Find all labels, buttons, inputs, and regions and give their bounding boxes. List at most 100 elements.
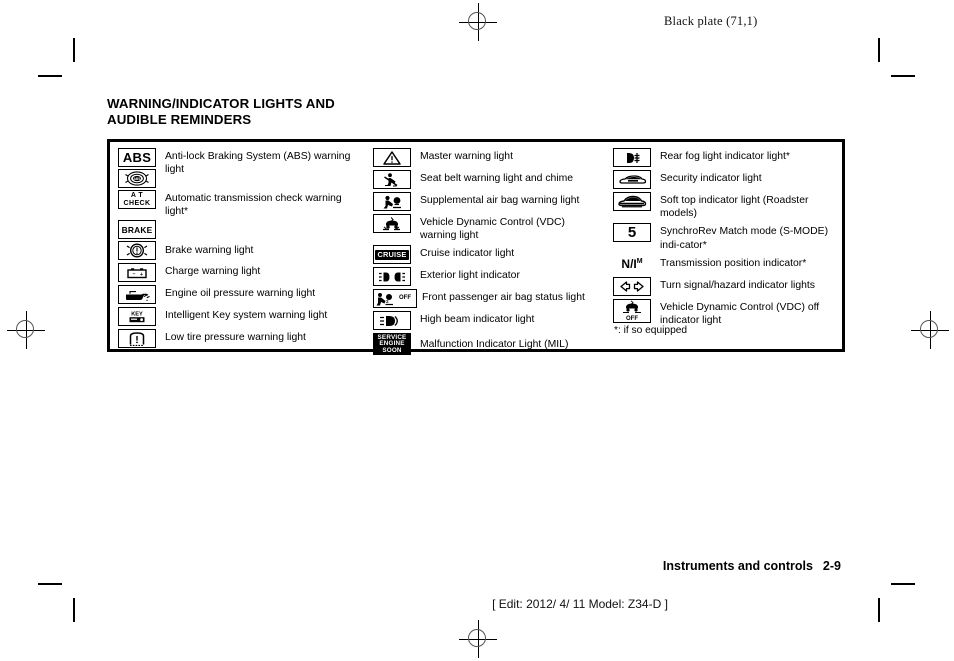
svg-text:KEY: KEY [131,311,143,317]
table-row-label: Vehicle Dynamic Control (VDC) off indica… [660,301,820,327]
table-row-label: SynchroRev Match mode (S-MODE) indi-cato… [660,226,829,251]
table-row: Soft top indicator light (Roadster model… [605,192,841,220]
intelligent-key-icon: KEY [118,307,156,327]
table-row: Exterior light indicator [365,267,605,287]
table-row: N/IM Transmission position indicator* [605,254,841,274]
table-row-label: Rear fog light indicator light* [660,151,790,162]
table-column-1: ABS ABS Anti-lock Braking System (ABS) w… [110,148,365,349]
svg-text:−: − [133,272,136,278]
gear-five-icon: 5 [613,223,651,243]
crop-mark-br-v [878,598,880,622]
manual-page: Black plate (71,1) WARNING/INDICATOR LIG… [0,0,954,661]
crop-mark-tl-h [38,75,62,77]
table-row: Master warning light [365,148,605,167]
table-row: A T CHECK Automatic transmission check wa… [110,190,365,218]
turn-signal-arrows-icon [613,276,651,296]
table-row: OFF Vehicle Dynamic Control (VDC) off in… [605,298,841,327]
table-row-label: Seat belt warning light and chime [420,173,574,184]
brake-circle-exclamation-icon [118,241,156,261]
table-row-label: Cruise indicator light [420,248,515,260]
footer-section-text: Instruments and controls [662,559,813,573]
table-row-label: Engine oil pressure warning light [165,288,316,300]
table-row-label: Master warning light [420,151,513,162]
table-row-label: Soft top indicator light (Roadster model… [660,195,809,220]
table-row: Seat belt warning light and chime [365,170,605,189]
oil-can-icon [118,285,156,305]
abs-text-icon: ABS [118,148,156,167]
svg-text:OFF: OFF [626,316,638,322]
battery-charge-icon: − + [118,263,156,283]
vdc-warning-icon [373,214,411,233]
table-row-label: High beam indicator light [420,314,535,326]
table-row: 2 OFF Front passenger air bag status lig… [365,289,605,309]
crop-mark-bl-v [73,598,75,622]
footnote-if-so-equipped: *: if so equipped [614,325,688,336]
at-check-text-icon: A T CHECK [118,190,156,209]
table-row: KEY Intelligent Key system warning light [110,307,365,327]
supplemental-air-bag-icon [373,192,411,211]
table-row-label: Turn signal/hazard indicator lights [660,279,815,291]
passenger-air-bag-off-icon: 2 OFF [373,289,417,309]
footer-page-number: 2-9 [822,559,841,573]
footer-section-label: Instruments and controls 2-9 [663,559,841,573]
edit-info-line: [ Edit: 2012/ 4/ 11 Model: Z34-D ] [492,597,668,611]
seat-belt-icon [373,170,411,189]
table-row: Vehicle Dynamic Control (VDC) warning li… [365,214,605,242]
high-beam-icon [373,311,411,331]
service-engine-soon-icon: SERVICE ENGINE SOON [373,333,411,356]
table-row: 5 SynchroRev Match mode (S-MODE) indi-ca… [605,223,841,251]
svg-text:OFF: OFF [399,295,411,301]
table-row-label: Transmission position indicator* [660,257,807,269]
table-row-label: Charge warning light [165,266,261,278]
table-column-2: Master warning light Seat belt warning l… [365,148,605,356]
svg-text:+: + [140,272,143,278]
black-plate-label: Black plate (71,1) [664,14,758,28]
table-row-label: Front passenger air bag status light [422,292,585,304]
rear-fog-light-icon [613,148,651,167]
table-row: CRUISE Cruise indicator light [365,245,605,265]
table-row-label: Exterior light indicator [420,270,520,282]
abs-circle-icon: ABS [118,169,156,188]
low-tire-pressure-icon [118,329,156,349]
table-row-label: Automatic transmission check warning lig… [165,193,342,218]
table-row: ABS ABS Anti-lock Braking System (ABS) w… [110,148,365,188]
table-row: − + Charge warning light [110,263,365,283]
crop-mark-bl-h [38,583,62,585]
table-row: Engine oil pressure warning light [110,285,365,305]
brake-text-icon: BRAKE [118,220,156,240]
exterior-light-icon [373,267,411,287]
vdc-off-icon: OFF [613,298,651,323]
table-column-3: Rear fog light indicator light* Security… [605,148,841,349]
table-row-label: Security indicator light [660,173,762,184]
security-car-icon [613,170,651,189]
master-warning-triangle-icon [373,148,411,167]
page-title-line2: AUDIBLE REMINDERS [107,111,252,127]
soft-top-icon [613,192,651,211]
table-row: Rear fog light indicator light* [605,148,841,167]
crop-mark-br-h [891,583,915,585]
page-title: WARNING/INDICATOR LIGHTS AND AUDIBLE REM… [107,96,527,127]
table-row: Security indicator light [605,170,841,189]
table-row-label: Supplemental air bag warning light [420,195,580,206]
table-row: SERVICE ENGINE SOON Malfunction Indicator … [365,333,605,356]
registration-mark-top [459,3,497,41]
crop-mark-tr-v [878,38,880,62]
table-row-label: Intelligent Key system warning light [165,310,328,322]
registration-mark-bottom [459,620,497,658]
table-row: Supplemental air bag warning light [365,192,605,211]
table-row: Turn signal/hazard indicator lights [605,276,841,296]
page-title-line1: WARNING/INDICATOR LIGHTS AND [107,96,335,111]
svg-text:ABS: ABS [134,177,141,181]
crop-mark-tl-v [73,38,75,62]
table-row: High beam indicator light [365,311,605,331]
transmission-position-icon: N/IM [613,254,651,274]
table-row-label: Malfunction Indicator Light (MIL) [420,339,569,351]
registration-mark-left [7,311,45,349]
cruise-text-icon: CRUISE [373,245,411,265]
table-row: BRAKE Brake warning light [110,220,365,261]
crop-mark-tr-h [891,75,915,77]
table-row-label: Anti-lock Braking System (ABS) warning l… [165,151,351,176]
table-row: Low tire pressure warning light [110,329,365,349]
table-row-label: Vehicle Dynamic Control (VDC) warning li… [420,217,565,242]
table-row-label: Brake warning light [165,245,254,257]
